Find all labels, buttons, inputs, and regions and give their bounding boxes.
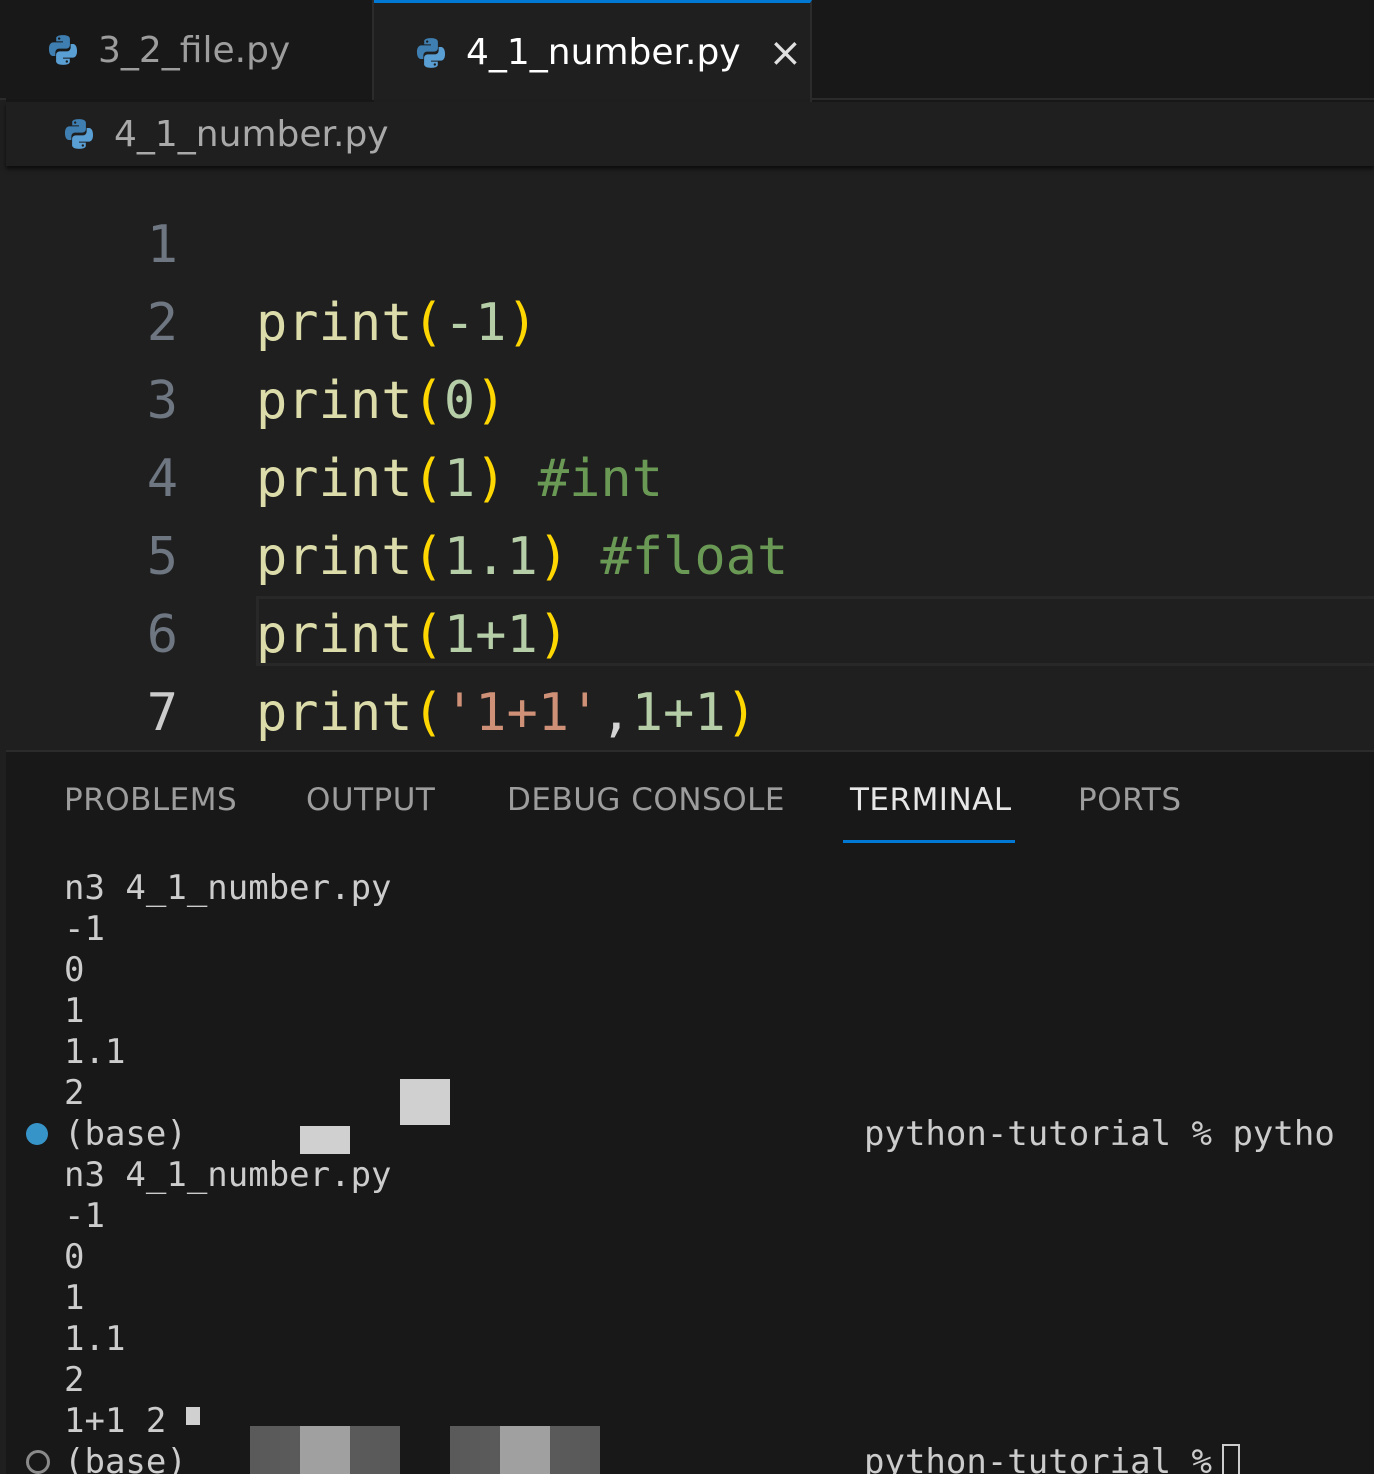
tab-terminal[interactable]: TERMINAL	[850, 782, 1012, 818]
redaction-block	[350, 1426, 400, 1474]
tab-output[interactable]: OUTPUT	[306, 782, 435, 818]
code-line-6[interactable]: 6 print('1+1',1+1)	[6, 518, 757, 743]
code-function: print	[256, 449, 413, 509]
redaction-block	[400, 1079, 450, 1125]
command-pending-icon[interactable]	[26, 1450, 50, 1474]
redaction-block	[250, 1426, 300, 1474]
terminal-line: 1.1	[64, 1032, 126, 1072]
code-paren: (	[412, 449, 444, 509]
terminal-line: 1.1	[64, 1319, 126, 1359]
python-icon	[64, 119, 94, 149]
breadcrumb-file[interactable]: 4_1_number.py	[114, 114, 389, 155]
terminal-line: 0	[64, 1237, 85, 1277]
code-paren: (	[412, 683, 444, 743]
code-paren: (	[412, 371, 444, 431]
bottom-panel: PROBLEMS OUTPUT DEBUG CONSOLE TERMINAL P…	[6, 750, 1374, 1474]
terminal-line: 2	[64, 1360, 85, 1400]
tab-label: 3_2_file.py	[98, 29, 291, 71]
terminal-line: n3 4_1_number.py	[64, 868, 392, 908]
terminal-line: 2	[64, 1073, 85, 1113]
command-success-icon[interactable]	[26, 1123, 48, 1145]
code-function: print	[256, 605, 413, 665]
close-icon[interactable]: ×	[769, 33, 803, 73]
code-paren: )	[506, 293, 538, 353]
code-line-7[interactable]: 7	[6, 596, 178, 743]
code-function: print	[256, 527, 413, 587]
tab-debug-console[interactable]: DEBUG CONSOLE	[507, 782, 785, 818]
code-function: print	[256, 293, 413, 353]
code-number: 1+1	[631, 683, 726, 743]
tab-ports[interactable]: PORTS	[1078, 782, 1182, 818]
terminal-line: 1	[64, 1278, 85, 1318]
code-comment: #float	[600, 527, 789, 587]
code-paren: )	[475, 449, 507, 509]
code-line-5[interactable]: 5 print(1+1)	[6, 440, 569, 665]
tab-problems[interactable]: PROBLEMS	[64, 782, 237, 818]
code-number: 1	[443, 449, 476, 509]
code-function: print	[256, 683, 413, 743]
code-line-4[interactable]: 4 print(1.1) #float	[6, 362, 789, 587]
code-line-2[interactable]: 2 print(0)	[6, 206, 507, 431]
code-line-1[interactable]: 1 print(-1)	[6, 166, 538, 353]
code-paren: )	[475, 371, 507, 431]
redaction-block	[550, 1426, 600, 1474]
editor-tab-bar: 3_2_file.py 4_1_number.py ×	[0, 0, 1374, 102]
code-paren: )	[725, 683, 757, 743]
tab-3-2-file[interactable]: 3_2_file.py	[6, 0, 374, 100]
breadcrumb: 4_1_number.py	[6, 102, 1374, 166]
terminal-prompt: python-tutorial %	[864, 1442, 1212, 1474]
redaction-block	[186, 1407, 200, 1425]
terminal-cursor	[1222, 1444, 1240, 1474]
code-paren: (	[412, 605, 444, 665]
code-separator: ,	[600, 683, 632, 743]
terminal-line: -1	[64, 909, 105, 949]
code-number: 1.1	[443, 527, 538, 587]
python-icon	[48, 35, 78, 65]
code-line-3[interactable]: 3 print(1) #int	[6, 284, 663, 509]
python-icon	[416, 37, 446, 68]
tab-4-1-number[interactable]: 4_1_number.py ×	[374, 0, 812, 102]
code-paren: (	[412, 293, 444, 353]
tab-label: 4_1_number.py	[466, 32, 741, 73]
terminal-line: -1	[64, 1196, 105, 1236]
terminal-line: 0	[64, 950, 85, 990]
terminal-line: n3 4_1_number.py	[64, 1155, 392, 1195]
code-paren: (	[412, 527, 444, 587]
terminal-prompt: python-tutorial % pytho	[864, 1114, 1335, 1154]
terminal-line: 1+1 2	[64, 1401, 167, 1441]
redaction-block	[300, 1126, 350, 1154]
active-tab-indicator	[843, 840, 1015, 843]
code-editor[interactable]: 1 print(-1) 2 print(0) 3 print(1) #int 4…	[6, 166, 1374, 750]
code-number: 1+1	[443, 605, 538, 665]
code-line-8[interactable]: 8	[6, 674, 131, 750]
code-paren: )	[537, 527, 570, 587]
redaction-block	[450, 1426, 500, 1474]
redaction-block	[500, 1426, 550, 1474]
code-number: 0	[443, 371, 476, 431]
code-function: print	[256, 371, 413, 431]
terminal-line: 1	[64, 991, 85, 1031]
code-comment: #int	[537, 449, 664, 509]
terminal-line: (base)	[64, 1442, 187, 1474]
code-paren: )	[537, 605, 570, 665]
redaction-block	[300, 1426, 350, 1474]
code-string: '1+1'	[443, 683, 601, 743]
terminal-line: (base)	[64, 1114, 187, 1154]
code-number: -1	[443, 293, 507, 353]
